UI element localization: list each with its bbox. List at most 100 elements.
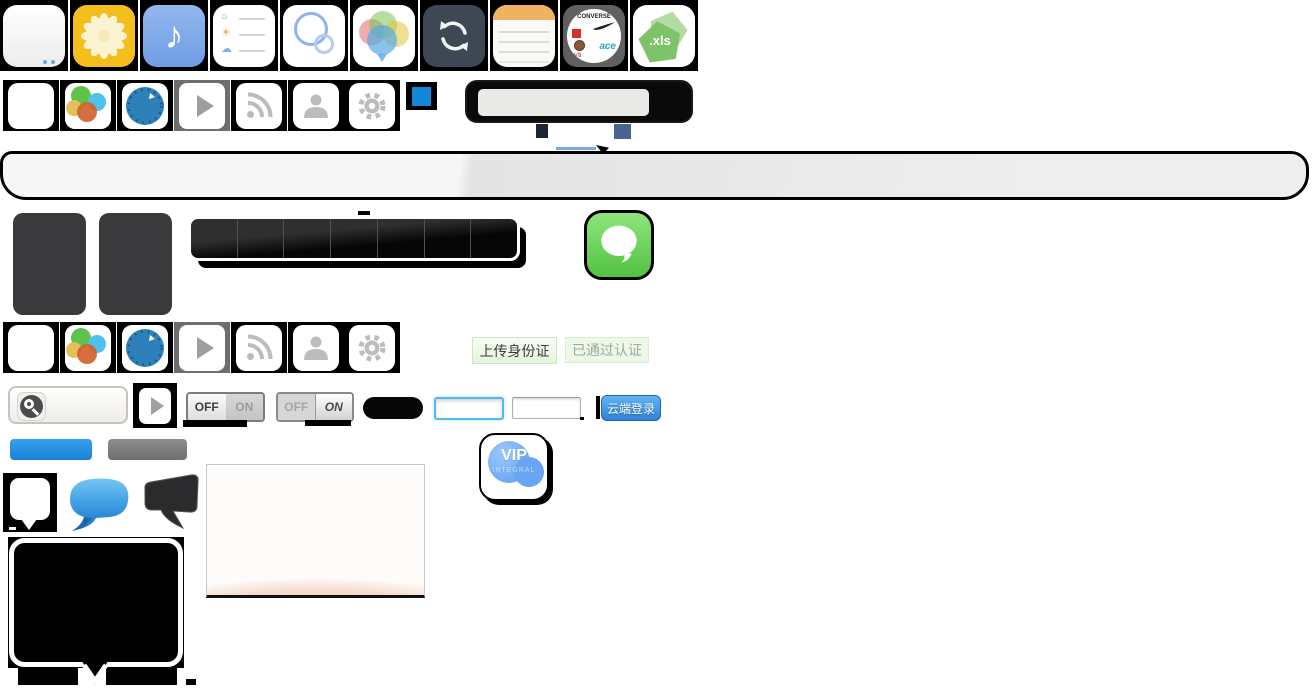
speech-bubble-icon: [592, 218, 646, 272]
dot-icon: [43, 60, 47, 64]
sync-arrows-icon: [423, 5, 485, 67]
circles-app-icon[interactable]: [280, 0, 348, 71]
blue-swatch-frame: [406, 82, 437, 110]
vip-title: VIP: [481, 447, 547, 465]
toggle-off-label: OFF: [188, 394, 226, 420]
monkey-logo-icon: [574, 40, 585, 51]
blank-app-icon[interactable]: [3, 322, 59, 373]
sprite-fragment: [358, 211, 370, 215]
blank-app-icon[interactable]: [3, 80, 59, 131]
blue-swatch: [412, 87, 431, 106]
search-bar: [465, 80, 693, 123]
music-app-icon[interactable]: ♪: [140, 0, 208, 71]
search-bar-input[interactable]: [478, 89, 649, 116]
speech-bubble-white-icon: [10, 478, 50, 520]
text-input[interactable]: [512, 397, 581, 419]
clock-icon[interactable]: [117, 80, 173, 131]
cloud-login-label: 云端登录: [607, 400, 655, 417]
vip-subtitle: INTEGRAL: [481, 467, 547, 474]
dark-card: [99, 213, 172, 315]
notes-header: [493, 5, 555, 20]
gear-icon[interactable]: [344, 80, 400, 131]
user-icon[interactable]: [288, 322, 344, 373]
search-input[interactable]: [8, 386, 128, 424]
panel-pink-glow: [207, 565, 424, 595]
toggle-on-label: ON: [315, 394, 353, 420]
search-bar-button[interactable]: [648, 89, 686, 116]
messages-app-icon[interactable]: [587, 213, 651, 277]
overlapping-circles-icon: [283, 5, 345, 67]
rss-icon[interactable]: [231, 80, 287, 131]
segmented-bar: [188, 216, 520, 261]
bubble-tail: [377, 54, 387, 62]
toggle-off-state[interactable]: OFF ON: [186, 392, 265, 422]
content-panel: [206, 464, 425, 598]
clock-icon[interactable]: [117, 322, 173, 373]
circle-outline-icon: [314, 34, 334, 54]
sprite-fragment: [536, 124, 548, 138]
tab-active[interactable]: [10, 439, 92, 460]
sync-app-icon[interactable]: [420, 0, 488, 71]
chat-bubbles-app-icon[interactable]: [350, 0, 418, 71]
upload-id-label: 上传身份证: [480, 341, 550, 361]
sprite-fragment: [596, 396, 600, 419]
play-icon[interactable]: [174, 322, 230, 373]
sprite-canvas: ♪ ○ ☀ ☁: [0, 0, 1315, 700]
segment-button[interactable]: [425, 219, 472, 258]
notes-icon: [493, 5, 555, 67]
segment-button[interactable]: [471, 219, 517, 258]
segment-button[interactable]: [378, 219, 425, 258]
sprite-fragment: [9, 527, 16, 530]
circle-shape: [77, 344, 97, 364]
photos-app-icon[interactable]: [70, 0, 138, 71]
cloud-login-button[interactable]: 云端登录: [601, 395, 661, 421]
bubble-tail: [21, 519, 37, 530]
triangle-shape: [197, 95, 214, 117]
upload-id-button[interactable]: 上传身份证: [472, 337, 557, 364]
toggle-on-label: ON: [226, 394, 264, 420]
gear-icon[interactable]: [344, 322, 400, 373]
segment-button[interactable]: [191, 219, 238, 258]
speech-bubble-dark-icon: [139, 472, 201, 532]
play-icon[interactable]: [174, 80, 230, 131]
notes-app-icon[interactable]: [490, 0, 558, 71]
text-input-focused[interactable]: [434, 397, 504, 420]
triangle-shape: [197, 337, 214, 359]
magnifier-icon: [20, 395, 43, 418]
play-button-frame: [133, 383, 177, 428]
xls-icon: .xls: [633, 5, 695, 67]
flower-icon: [73, 5, 135, 67]
brands-app-icon[interactable]: CONVERSE ace V8: [560, 0, 628, 71]
tab-inactive[interactable]: [108, 439, 187, 460]
toggle-on-state[interactable]: OFF ON: [276, 392, 354, 422]
sprite-fragment: [186, 679, 196, 685]
segment-button[interactable]: [238, 219, 285, 258]
segment-button[interactable]: [284, 219, 331, 258]
ring-glyph-icon: ○: [221, 12, 228, 23]
xls-label: .xls: [633, 33, 687, 48]
swoosh-icon: [593, 22, 615, 30]
white-bubble-frame: [3, 473, 57, 532]
blank-squircle-icon: [3, 5, 65, 67]
circle-shape: [77, 102, 97, 122]
settings-list-app-icon[interactable]: ○ ☀ ☁: [210, 0, 278, 71]
speech-bubble-black-large: [8, 537, 186, 687]
rss-icon[interactable]: [231, 322, 287, 373]
magnifier-badge: [17, 392, 46, 421]
segment-button[interactable]: [331, 219, 378, 258]
triangle-shape: [151, 397, 164, 415]
music-note-icon: ♪: [143, 5, 205, 67]
verified-badge: 已通过认证: [565, 337, 649, 363]
xls-export-app-icon[interactable]: .xls: [630, 0, 698, 71]
line: [499, 51, 549, 53]
colored-circles-icon[interactable]: [60, 322, 116, 373]
chat-bubbles-icon: [353, 5, 415, 67]
user-icon[interactable]: [288, 80, 344, 131]
line: [499, 31, 549, 33]
divider: [239, 34, 265, 36]
line: [499, 61, 549, 63]
bubble-shape: [367, 25, 397, 55]
colored-circles-icon[interactable]: [60, 80, 116, 131]
blank-app-icon[interactable]: [0, 0, 68, 71]
play-button[interactable]: [139, 388, 171, 424]
